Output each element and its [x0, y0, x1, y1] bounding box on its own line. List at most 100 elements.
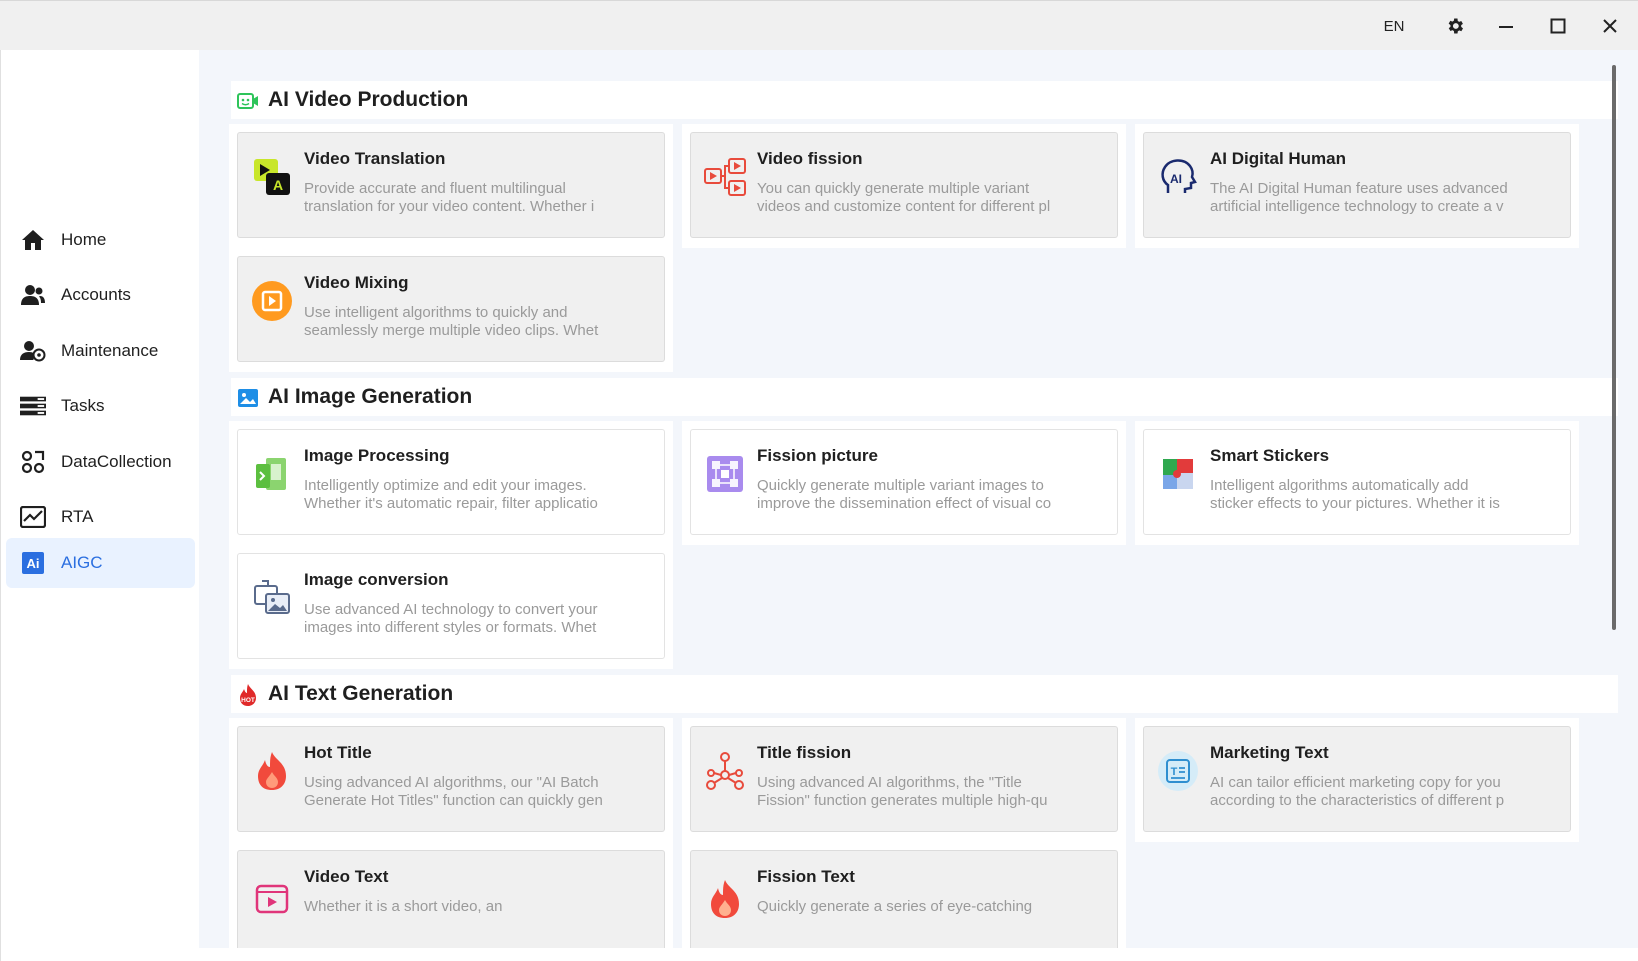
card-description: The AI Digital Human feature uses advanc…	[1210, 180, 1508, 215]
svg-text:Ai: Ai	[27, 556, 40, 571]
card-description: Use advanced AI technology to convert yo…	[304, 601, 598, 636]
sidebar-item-datacollection[interactable]: DataCollection	[6, 437, 195, 487]
card-title: Title fission	[757, 743, 852, 762]
data-collection-icon	[20, 450, 46, 474]
card-smart-stickers[interactable]: Smart Stickers Intelligent algorithms au…	[1135, 421, 1579, 545]
sidebar-item-home[interactable]: Home	[6, 215, 195, 265]
card-description: Intelligently optimize and edit your ima…	[304, 477, 598, 512]
sidebar-item-label: Accounts	[61, 285, 131, 304]
video-translation-icon: A	[250, 155, 294, 199]
video-mixing-icon	[250, 279, 294, 323]
card-title: Smart Stickers	[1210, 446, 1330, 465]
svg-text:T: T	[1171, 766, 1178, 778]
card-title: AI Digital Human	[1210, 149, 1347, 168]
card-title-fission[interactable]: Title fission Using advanced AI algorith…	[682, 718, 1126, 842]
card-image-processing[interactable]: Image Processing Intelligently optimize …	[229, 421, 673, 545]
sidebar-item-label: Tasks	[61, 396, 105, 415]
language-selector[interactable]: EN	[1370, 1, 1418, 51]
svg-text:A: A	[273, 177, 283, 193]
vertical-scrollbar[interactable]	[1610, 63, 1618, 943]
fission-text-flame-icon	[703, 877, 747, 921]
scrollbar-thumb[interactable]	[1612, 65, 1616, 630]
user-gear-icon	[20, 339, 46, 363]
sidebar-item-label: Maintenance	[61, 341, 159, 360]
card-title: Marketing Text	[1210, 743, 1329, 762]
card-fission-picture[interactable]: Fission picture Quickly generate multipl…	[682, 421, 1126, 545]
card-description: Use intelligent algorithms to quickly an…	[304, 304, 599, 339]
chart-icon	[20, 505, 46, 529]
card-ai-digital-human[interactable]: AI AI Digital Human The AI Digital Human…	[1135, 124, 1579, 248]
minimize-icon	[1499, 26, 1513, 28]
card-description: Quickly generate multiple variant images…	[757, 477, 1052, 512]
bottom-edge	[199, 948, 1638, 961]
card-video-mixing[interactable]: Video Mixing Use intelligent algorithms …	[229, 248, 673, 372]
gear-icon	[1448, 18, 1463, 34]
card-description: Using advanced AI algorithms, the "Title…	[757, 774, 1048, 809]
ai-icon: Ai	[20, 551, 46, 575]
maximize-icon	[1550, 18, 1566, 34]
close-button[interactable]	[1584, 1, 1636, 51]
sidebar-item-aigc[interactable]: Ai AIGC	[6, 538, 195, 588]
sidebar-item-label: Home	[61, 230, 107, 249]
maximize-button[interactable]	[1532, 1, 1584, 51]
svg-text:HOT: HOT	[241, 697, 255, 704]
sidebar-item-rta[interactable]: RTA	[6, 492, 195, 542]
card-description: Quickly generate a series of eye-catchin…	[757, 898, 1033, 915]
card-title: Video Text	[304, 867, 389, 886]
section-header-video: AI Video Production	[231, 81, 1618, 119]
sidebar-item-tasks[interactable]: Tasks	[6, 381, 195, 431]
section-title: AI Image Generation	[268, 385, 473, 408]
image-processing-icon	[250, 452, 294, 496]
card-video-text[interactable]: Video Text Whether it is a short video, …	[229, 842, 673, 948]
image-icon	[237, 387, 259, 409]
title-bar: EN	[0, 0, 1638, 50]
section-header-text: HOT AI Text Generation	[231, 675, 1618, 713]
sidebar: Home Accounts Maintenance Tasks DataColl…	[0, 50, 199, 961]
card-hot-title[interactable]: Hot Title Using advanced AI algorithms, …	[229, 718, 673, 842]
minimize-button[interactable]	[1480, 1, 1532, 51]
home-icon	[20, 228, 46, 252]
card-marketing-text[interactable]: T Marketing Text AI can tailor efficient…	[1135, 718, 1579, 842]
tasks-icon	[20, 394, 46, 418]
video-text-icon	[250, 877, 294, 921]
card-video-translation[interactable]: A Video Translation Provide accurate and…	[229, 124, 673, 248]
sidebar-item-accounts[interactable]: Accounts	[6, 270, 195, 320]
hot-fire-icon: HOT	[237, 684, 259, 706]
video-camera-icon	[237, 90, 259, 112]
sidebar-item-label: RTA	[61, 507, 94, 526]
card-image-conversion[interactable]: Image conversion Use advanced AI technol…	[229, 545, 673, 669]
sidebar-item-label: DataCollection	[61, 452, 172, 471]
card-title: Fission picture	[757, 446, 878, 465]
card-description: Using advanced AI algorithms, our "AI Ba…	[304, 774, 603, 809]
card-title: Video Mixing	[304, 273, 409, 292]
card-description: You can quickly generate multiple varian…	[757, 180, 1051, 215]
card-video-fission[interactable]: Video fission You can quickly generate m…	[682, 124, 1126, 248]
card-title: Image Processing	[304, 446, 450, 465]
sidebar-item-maintenance[interactable]: Maintenance	[6, 326, 195, 376]
svg-text:AI: AI	[1170, 172, 1182, 186]
image-conversion-icon	[250, 576, 294, 620]
digital-human-icon: AI	[1156, 155, 1200, 199]
card-description: AI can tailor efficient marketing copy f…	[1210, 774, 1505, 809]
section-title: AI Video Production	[268, 88, 469, 111]
card-title: Video fission	[757, 149, 863, 168]
card-fission-text[interactable]: Fission Text Quickly generate a series o…	[682, 842, 1126, 948]
card-title: Image conversion	[304, 570, 449, 589]
main-content: AI Video Production A Video Translation …	[199, 50, 1638, 948]
flame-icon	[250, 749, 294, 793]
video-fission-icon	[703, 155, 747, 199]
settings-button[interactable]	[1430, 1, 1480, 51]
network-icon	[703, 749, 747, 793]
sidebar-item-label: AIGC	[61, 553, 103, 572]
section-header-image: AI Image Generation	[231, 378, 1618, 416]
card-description: Intelligent algorithms automatically add…	[1210, 477, 1500, 512]
card-title: Video Translation	[304, 149, 446, 168]
section-title: AI Text Generation	[268, 682, 454, 705]
text-document-icon: T	[1156, 749, 1200, 793]
card-title: Fission Text	[757, 867, 855, 886]
smart-stickers-icon	[1156, 452, 1200, 496]
card-description: Whether it is a short video, an	[304, 898, 503, 915]
card-title: Hot Title	[304, 743, 372, 762]
fission-picture-icon	[703, 452, 747, 496]
card-description: Provide accurate and fluent multilingual…	[304, 180, 595, 215]
